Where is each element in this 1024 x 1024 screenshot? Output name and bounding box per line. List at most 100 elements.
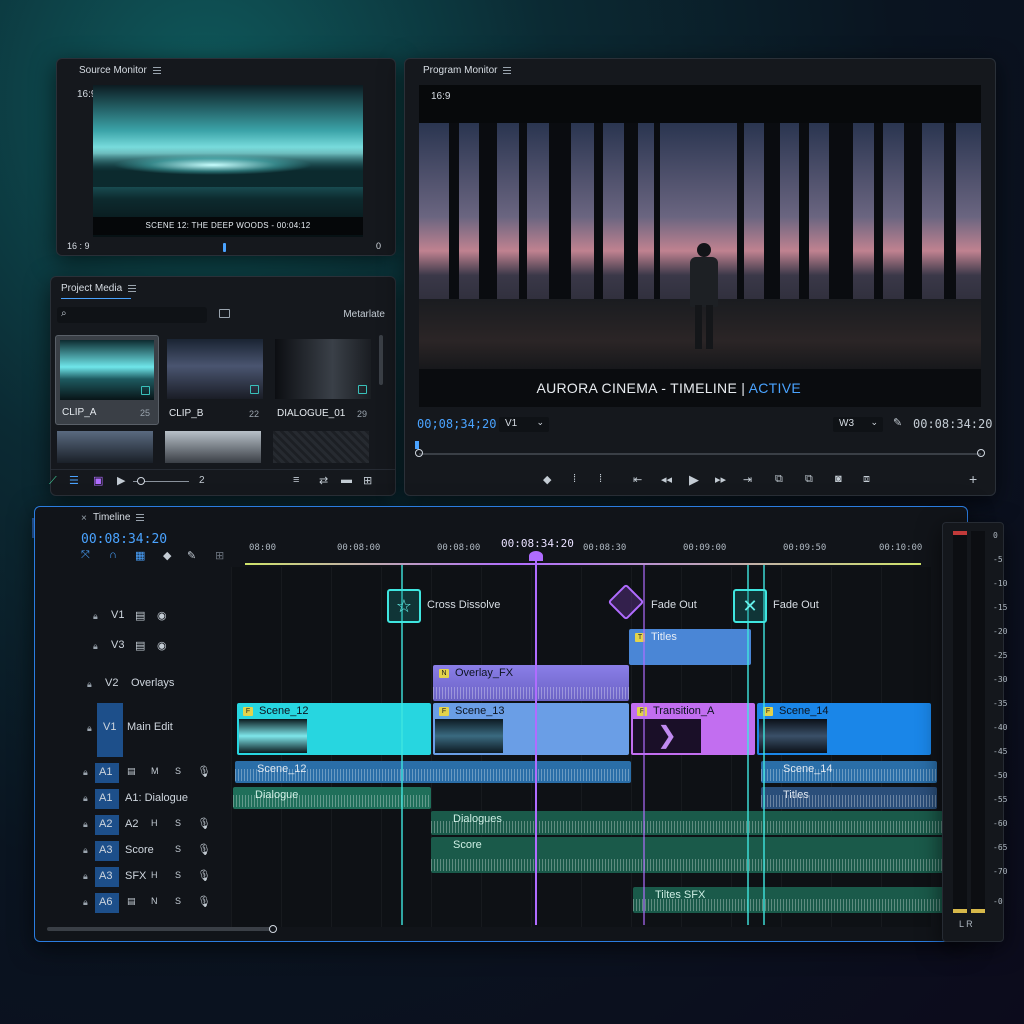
- track-toggle-icon[interactable]: ▤: [135, 639, 145, 652]
- insert-icon[interactable]: ⧉: [775, 473, 783, 486]
- overwrite-icon[interactable]: ⧉: [805, 473, 813, 486]
- lock-icon[interactable]: 🔒︎: [83, 897, 88, 908]
- metadata-label[interactable]: Metarlate: [343, 309, 385, 320]
- mute-button[interactable]: H: [151, 818, 158, 828]
- media-item-clip-a[interactable]: CLIP_A 25: [55, 335, 159, 425]
- playhead-handle-icon[interactable]: [529, 551, 543, 561]
- clip-transition-a[interactable]: F Transition_A ❯: [631, 703, 755, 755]
- program-monitor-viewer[interactable]: 16:9 AURORA CINEMA - TIMELINE | ACTIVE: [419, 85, 981, 407]
- mute-button[interactable]: N: [151, 896, 158, 906]
- step-back-icon[interactable]: ◂◂: [661, 473, 672, 486]
- new-item-menu-icon[interactable]: ⊞: [363, 474, 372, 487]
- lock-icon[interactable]: 🔒︎: [83, 793, 88, 804]
- track-toggle-icon[interactable]: ▤: [135, 609, 145, 622]
- eye-icon[interactable]: ◉: [157, 609, 167, 622]
- media-item-thumb[interactable]: [57, 431, 153, 463]
- play-icon[interactable]: ▶: [117, 474, 125, 487]
- audio-clip-titles-sfx[interactable]: Tiltes SFX: [633, 887, 945, 913]
- close-icon[interactable]: ×: [81, 513, 87, 524]
- media-item-thumb[interactable]: [273, 431, 369, 463]
- play-button-icon[interactable]: ▶: [689, 472, 699, 488]
- clip-scene-14[interactable]: F Scene_14: [757, 703, 931, 755]
- solo-button[interactable]: S: [175, 870, 181, 880]
- audio-clip-scene-12[interactable]: Scene_12: [235, 761, 631, 783]
- panel-menu-icon[interactable]: [136, 513, 145, 521]
- lock-icon[interactable]: 🔒︎: [87, 679, 92, 690]
- icon-view-icon[interactable]: ▣: [93, 474, 103, 487]
- timeline-playhead[interactable]: [535, 555, 537, 925]
- mute-button[interactable]: M: [151, 766, 159, 776]
- sort-icon[interactable]: ≡: [293, 474, 299, 486]
- lock-icon[interactable]: 🔒︎: [83, 845, 88, 856]
- scroll-handle-icon[interactable]: [269, 925, 277, 933]
- lock-icon[interactable]: 🔒︎: [83, 871, 88, 882]
- mic-icon[interactable]: 🎙︎: [197, 895, 211, 908]
- add-button-icon[interactable]: +: [969, 471, 977, 487]
- mic-icon[interactable]: 🎙︎: [197, 843, 211, 856]
- clip-scene-13[interactable]: F Scene_13: [433, 703, 629, 755]
- audio-clip-scene-14[interactable]: Scene_14: [761, 761, 937, 783]
- lock-icon[interactable]: 🔒︎: [93, 641, 98, 652]
- lock-icon[interactable]: 🔒︎: [83, 767, 88, 778]
- source-playhead[interactable]: [223, 243, 226, 252]
- solo-button[interactable]: S: [175, 766, 181, 776]
- program-scrub-out-icon[interactable]: [977, 449, 985, 457]
- audio-clip-score[interactable]: Score: [431, 837, 943, 873]
- timeline-settings-icon[interactable]: ✎: [187, 549, 196, 562]
- source-monitor-viewer[interactable]: SCENE 12: THE DEEP WOODS - 00:04:12: [93, 85, 363, 237]
- program-playhead[interactable]: [415, 441, 419, 449]
- go-to-out-icon[interactable]: ⇥: [743, 473, 752, 486]
- lock-icon[interactable]: 🔒︎: [87, 723, 92, 734]
- go-to-in-icon[interactable]: ⇤: [633, 473, 642, 486]
- mark-in-icon[interactable]: ⁞: [573, 473, 576, 485]
- mute-button[interactable]: H: [151, 870, 158, 880]
- mic-icon[interactable]: 🎙︎: [197, 817, 211, 830]
- list-view-icon[interactable]: ☰: [69, 474, 79, 487]
- lock-icon[interactable]: 🔒︎: [83, 819, 88, 830]
- mic-icon[interactable]: 🎙︎: [197, 765, 211, 778]
- new-bin-icon[interactable]: ▬: [341, 474, 352, 486]
- mark-out-icon[interactable]: ⁞: [599, 473, 602, 485]
- compare-icon[interactable]: ⧈: [863, 473, 870, 486]
- zoom-slider-handle[interactable]: [137, 477, 145, 485]
- solo-button[interactable]: S: [175, 896, 181, 906]
- nest-icon[interactable]: ⤧: [81, 549, 90, 562]
- media-item-thumb[interactable]: [165, 431, 261, 463]
- media-item-dialogue-01[interactable]: DIALOGUE_01 29: [271, 335, 375, 425]
- panel-menu-icon[interactable]: [503, 66, 512, 74]
- audio-clip-dialogues[interactable]: Dialogues: [431, 811, 943, 835]
- program-timecode-left[interactable]: 00;08;34;20: [417, 417, 496, 431]
- linked-selection-icon[interactable]: ▦: [135, 549, 145, 562]
- add-marker-icon[interactable]: ◆: [543, 473, 551, 486]
- cross-icon[interactable]: ✕: [733, 589, 767, 623]
- eye-icon[interactable]: ◉: [157, 639, 167, 652]
- timeline-horizontal-scrollbar[interactable]: [47, 927, 277, 931]
- export-frame-icon[interactable]: ◙: [835, 473, 842, 485]
- panel-menu-icon[interactable]: [128, 284, 137, 292]
- lock-icon[interactable]: 🔒︎: [93, 611, 98, 622]
- mic-icon[interactable]: 🎙︎: [197, 869, 211, 882]
- add-marker-icon[interactable]: ◆: [163, 549, 171, 562]
- star-icon[interactable]: ☆: [387, 589, 421, 623]
- automate-icon[interactable]: ⇄: [319, 474, 328, 487]
- new-item-icon[interactable]: ⟋: [49, 475, 57, 488]
- solo-button[interactable]: S: [175, 844, 181, 854]
- program-scrub-in-icon[interactable]: [415, 449, 423, 457]
- panel-menu-icon[interactable]: [152, 66, 161, 74]
- clip-titles[interactable]: T Titles: [629, 629, 751, 665]
- solo-button[interactable]: S: [175, 818, 181, 828]
- snap-icon[interactable]: ∩: [109, 549, 117, 561]
- sync-lock-icon[interactable]: ▤: [127, 896, 136, 907]
- timeline-ruler[interactable]: [245, 563, 921, 565]
- settings-wrench-icon[interactable]: ✎: [893, 416, 902, 429]
- folder-icon[interactable]: [219, 309, 230, 318]
- timeline-timecode[interactable]: 00:08:34:20: [81, 532, 167, 547]
- media-item-clip-b[interactable]: CLIP_B 22: [163, 335, 267, 425]
- audio-clip-titles[interactable]: Titles: [761, 787, 937, 809]
- captions-icon[interactable]: ⊞: [215, 549, 224, 562]
- clip-overlay-fx[interactable]: N Overlay_FX: [433, 665, 629, 701]
- media-scrollbar[interactable]: [379, 335, 383, 385]
- track-select-dropdown[interactable]: V1 ⌄: [499, 417, 549, 432]
- media-search-input[interactable]: ⌕: [57, 307, 207, 323]
- program-scrub-bar[interactable]: [419, 453, 981, 455]
